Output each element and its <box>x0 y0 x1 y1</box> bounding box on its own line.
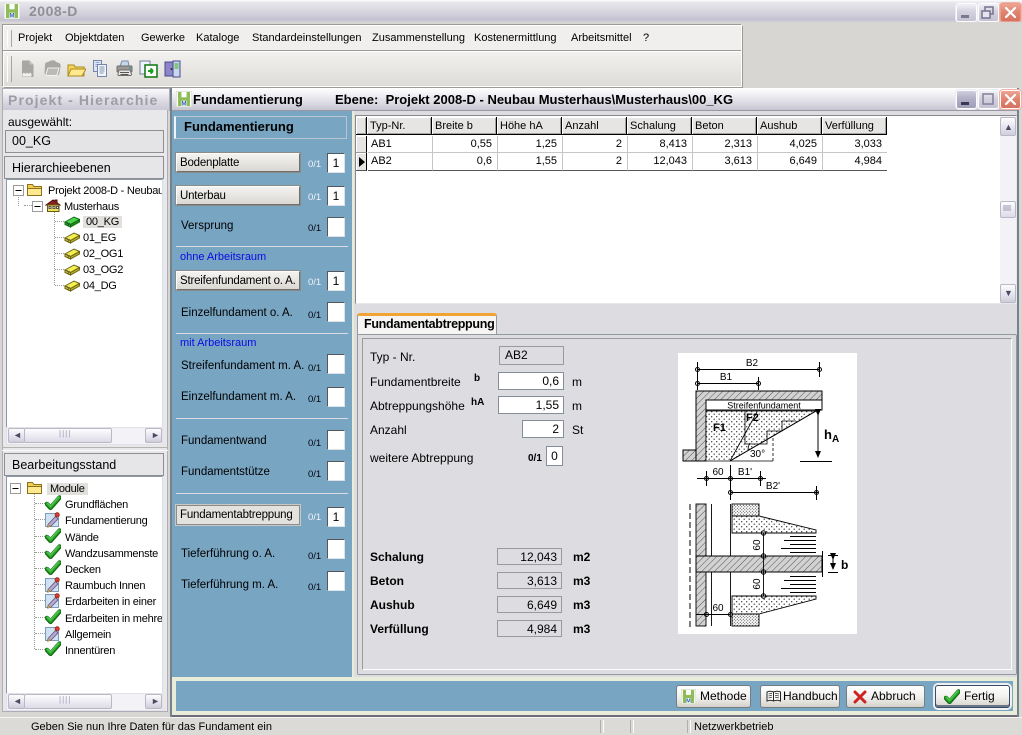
svg-text:60: 60 <box>752 539 763 551</box>
svg-text:Streifenfundament: Streifenfundament <box>727 401 801 411</box>
svg-text:60: 60 <box>752 578 763 590</box>
svg-text:B1': B1' <box>738 467 752 478</box>
svg-text:60: 60 <box>712 603 724 614</box>
svg-text:b: b <box>841 558 848 572</box>
svg-text:B2': B2' <box>766 481 780 492</box>
svg-text:M: M <box>10 14 15 20</box>
svg-text:30°: 30° <box>750 449 765 460</box>
svg-text:F2: F2 <box>746 412 759 424</box>
svg-text:B1: B1 <box>720 372 733 383</box>
svg-text:B2: B2 <box>746 358 759 369</box>
svg-text:60: 60 <box>712 467 724 478</box>
svg-text:F1: F1 <box>713 422 726 434</box>
